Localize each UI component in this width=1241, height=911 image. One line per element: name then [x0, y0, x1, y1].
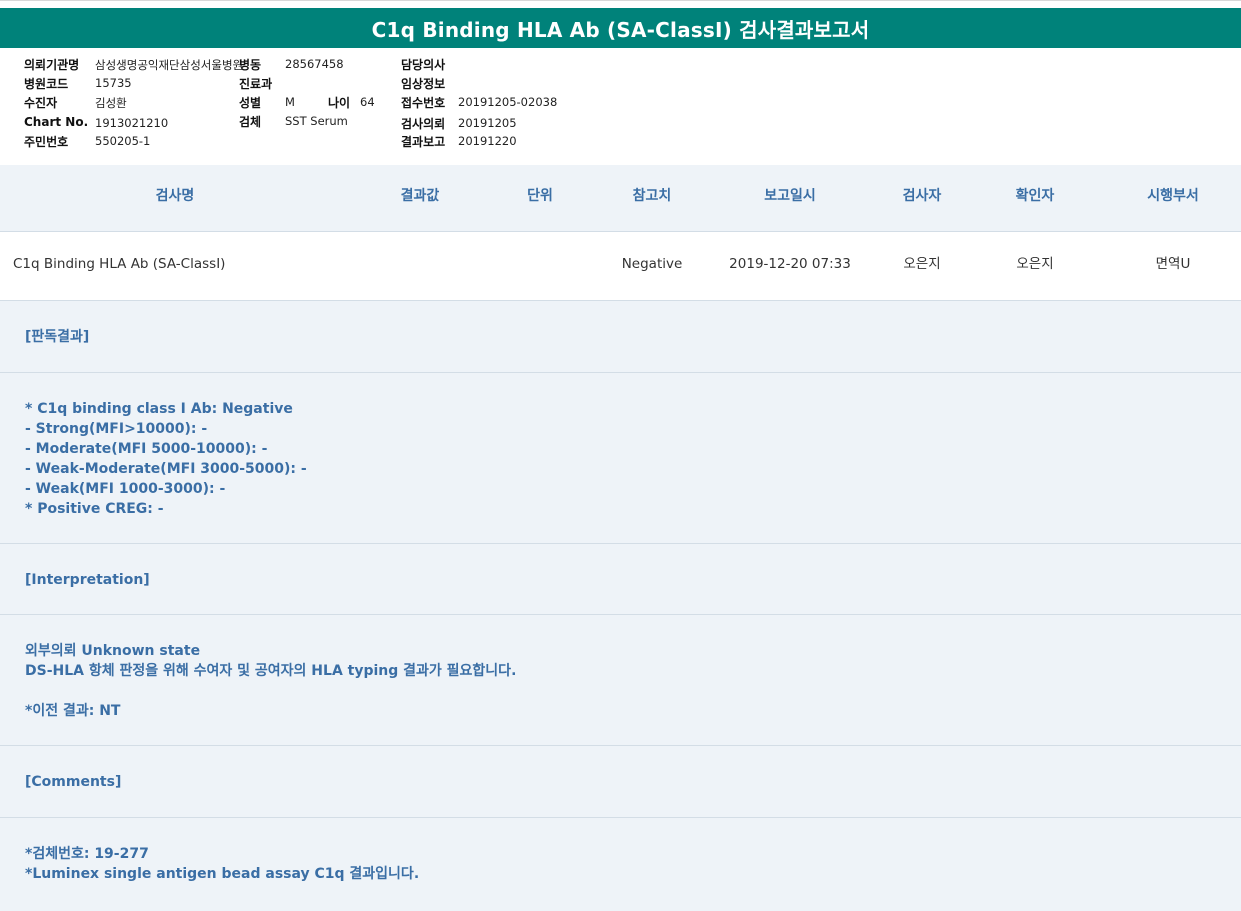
judgement-line: - Weak(MFI 1000-3000): - — [25, 481, 226, 497]
judgement-line: - Weak-Moderate(MFI 3000-5000): - — [25, 461, 307, 477]
interpretation-line: DS-HLA 항체 판정을 위해 수여자 및 공여자의 HLA typing 결… — [25, 663, 517, 679]
judgement-title: [판독결과] — [25, 329, 90, 345]
specimen-value: SST Serum — [285, 114, 348, 128]
cell-result — [370, 232, 470, 300]
comments-header-section: [Comments] — [0, 746, 1241, 818]
ward-label: 병동 — [239, 58, 262, 72]
hospital-code-label: 병원코드 — [24, 77, 69, 91]
request-label: 검사의뢰 — [401, 117, 446, 131]
interpretation-line — [25, 681, 1241, 701]
table-row: C1q Binding HLA Ab (SA-ClassI) Negative … — [0, 232, 1241, 301]
patient-value: 김성환 — [95, 96, 127, 110]
institution-label: 의뢰기관명 — [24, 58, 80, 72]
judgement-header-section: [판독결과] — [0, 301, 1241, 373]
comments-line: *검체번호: 19-277 — [25, 846, 149, 862]
sex-value: M — [285, 95, 295, 109]
cell-reference: Negative — [621, 256, 683, 272]
cell-test-name: C1q Binding HLA Ab (SA-ClassI) — [13, 256, 226, 272]
institution-value: 삼성생명공익재단삼성서울병원 — [95, 58, 244, 72]
id-label: 주민번호 — [24, 135, 69, 149]
cell-department: 면역U — [1155, 256, 1191, 272]
receipt-value: 20191205-02038 — [458, 95, 558, 109]
hospital-code-value: 15735 — [95, 76, 132, 90]
header-department: 시행부서 — [1147, 188, 1199, 204]
clinical-label: 임상정보 — [401, 77, 446, 91]
age-value: 64 — [360, 95, 375, 109]
interpretation-line: 외부의뢰 Unknown state — [25, 643, 201, 659]
interpretation-header-section: [Interpretation] — [0, 544, 1241, 615]
result-report-label: 결과보고 — [401, 135, 446, 149]
header-examiner: 검사자 — [902, 188, 942, 204]
result-report-value: 20191220 — [458, 134, 517, 148]
department-label: 진료과 — [239, 77, 273, 91]
patient-info-panel: 의뢰기관명 삼성생명공익재단삼성서울병원 병동 28567458 담당의사 병원… — [0, 48, 1241, 166]
ward-value: 28567458 — [285, 57, 344, 71]
cell-examiner: 오은지 — [903, 256, 941, 272]
judgement-line: - Strong(MFI>10000): - — [25, 421, 208, 437]
age-label: 나이 — [328, 96, 351, 110]
interpretation-body-section: 외부의뢰 Unknown state DS-HLA 항체 판정을 위해 수여자 … — [0, 615, 1241, 746]
chart-label: Chart No. — [24, 115, 89, 129]
specimen-label: 검체 — [239, 115, 262, 129]
comments-line: *Luminex single antigen bead assay C1q 결… — [25, 866, 420, 882]
judgement-line: * C1q binding class I Ab: Negative — [25, 401, 293, 417]
patient-label: 수진자 — [24, 96, 58, 110]
doctor-label: 담당의사 — [401, 58, 446, 72]
cell-unit — [500, 232, 580, 300]
header-unit: 단위 — [527, 188, 553, 204]
judgement-body-section: * C1q binding class I Ab: Negative - Str… — [0, 373, 1241, 544]
top-border — [0, 0, 1241, 7]
sex-label: 성별 — [239, 96, 262, 110]
interpretation-line: *이전 결과: NT — [25, 703, 121, 719]
cell-confirmer: 오은지 — [1016, 256, 1054, 272]
interpretation-title: [Interpretation] — [25, 572, 150, 588]
id-value: 550205-1 — [95, 134, 151, 148]
comments-body-section: *검체번호: 19-277 *Luminex single antigen be… — [0, 818, 1241, 911]
header-report-datetime: 보고일시 — [764, 188, 816, 204]
results-table-header: 검사명 결과값 단위 참고치 보고일시 검사자 확인자 시행부서 — [0, 165, 1241, 232]
comments-title: [Comments] — [25, 774, 122, 790]
header-test-name: 검사명 — [155, 188, 195, 204]
cell-report-datetime: 2019-12-20 07:33 — [729, 256, 851, 272]
header-result: 결과값 — [400, 188, 440, 204]
judgement-line: - Moderate(MFI 5000-10000): - — [25, 441, 268, 457]
header-confirmer: 확인자 — [1015, 188, 1055, 204]
receipt-label: 접수번호 — [401, 96, 446, 110]
report-title: C1q Binding HLA Ab (SA-ClassI) 검사결과보고서 — [0, 8, 1241, 48]
request-value: 20191205 — [458, 116, 517, 130]
header-reference: 참고치 — [632, 188, 672, 204]
judgement-line: * Positive CREG: - — [25, 501, 164, 517]
chart-value: 1913021210 — [95, 116, 169, 130]
